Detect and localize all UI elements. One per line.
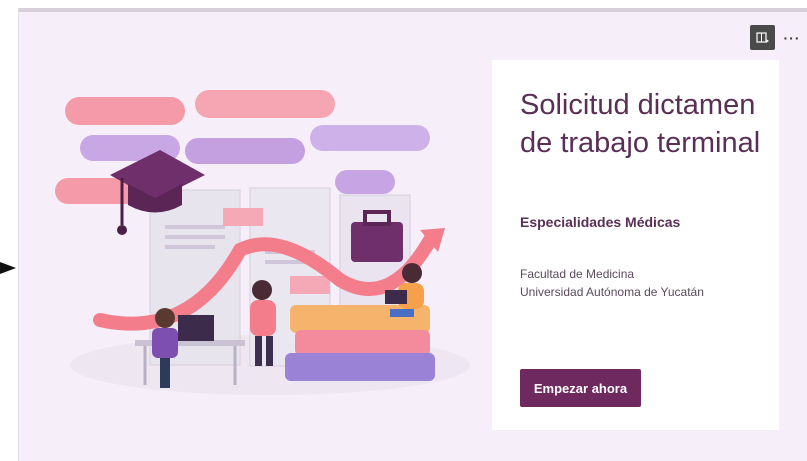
- form-subtitle: Especialidades Médicas: [520, 214, 681, 230]
- organization-university: Universidad Autónoma de Yucatán: [520, 285, 704, 299]
- more-options-icon: ···: [783, 29, 801, 46]
- form-welcome-card: Solicitud dictamen de trabajo terminal E…: [492, 60, 779, 430]
- form-toolbar: ···: [750, 25, 807, 50]
- organization-faculty: Facultad de Medicina: [520, 267, 635, 281]
- immersive-reader-icon: [755, 31, 769, 43]
- form-title: Solicitud dictamen de trabajo terminal: [520, 89, 761, 159]
- pointer-arrow-icon: [0, 262, 16, 274]
- more-options-button[interactable]: ···: [777, 25, 807, 50]
- organization-info: Facultad de Medicina Universidad Autónom…: [520, 265, 704, 301]
- immersive-reader-button[interactable]: [750, 25, 775, 50]
- education-illustration: [40, 80, 480, 410]
- start-now-button[interactable]: Empezar ahora: [520, 369, 641, 407]
- illustration-svg: [55, 90, 470, 395]
